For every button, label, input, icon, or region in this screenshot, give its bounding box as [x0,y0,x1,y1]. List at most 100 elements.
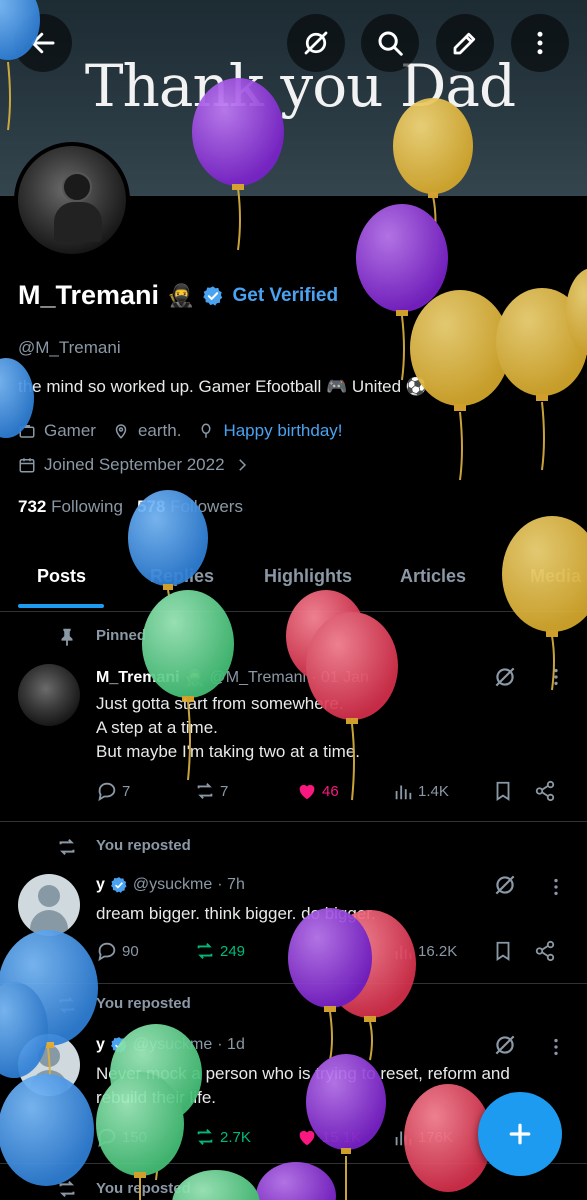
grok-icon[interactable] [492,664,518,690]
repost-button[interactable]: 7 [194,780,228,802]
chevron-right-icon [238,459,246,471]
followers-link[interactable]: 578 Followers [137,497,243,516]
grok-button[interactable] [287,14,345,72]
reply-count: 7 [122,782,131,800]
tab-posts[interactable]: Posts [37,566,86,587]
post-author-name[interactable]: y [96,1036,105,1054]
follow-stats: 732 Following 578 Followers [18,497,243,517]
repost-count: 2.7K [220,1128,251,1146]
like-button[interactable]: 15.1K [296,1126,361,1148]
briefcase-icon [19,425,35,438]
post-time: · 7h [217,876,245,893]
post-time: · 1d [217,1036,245,1053]
view-count: 16.2K [418,942,458,960]
edit-profile-button[interactable] [436,14,494,72]
like-count: 15.1K [322,1128,362,1146]
profile-birthday-link[interactable]: Happy birthday! [223,421,342,441]
ninja-emoji: 🥷 [167,282,195,308]
post-text-line: But maybe I'm taking two at a time. [96,742,361,761]
post-text-line: rebuild their life. [96,1088,217,1107]
repost-icon [59,838,75,856]
post-author-name[interactable]: y [96,876,105,894]
post-reposted[interactable]: You reposted y @ysuckme · 7h dream bigge… [0,822,587,984]
search-button[interactable] [361,14,419,72]
post-context-label: You reposted [96,837,191,854]
joined-date: Joined September 2022 [44,455,225,474]
balloon-yellow [496,288,587,471]
post-header: y @ysuckme · 1d [96,1036,245,1054]
share-icon[interactable] [534,780,556,802]
compose-button[interactable] [478,1092,562,1176]
post-actions: 90 249 16.2K [96,940,566,966]
reply-button[interactable]: 90 [96,940,139,962]
balloon-icon [201,423,211,438]
like-count: 46 [322,782,339,800]
post-avatar[interactable] [18,664,80,726]
verified-badge-icon [110,1037,127,1053]
grok-icon[interactable] [492,872,518,898]
post-text-line: Just gotta start from somewhere. [96,694,344,713]
heart-filled-icon [299,1130,315,1146]
profile-meta: Gamer earth. Happy birthday! [18,421,343,441]
avatar-figure-body [54,202,102,242]
tab-highlights[interactable]: Highlights [264,566,352,587]
profile-avatar[interactable] [14,142,130,258]
more-vertical-icon[interactable] [548,876,564,898]
location-pin-icon [115,424,127,439]
active-tab-indicator [18,604,104,608]
grok-icon[interactable] [492,1032,518,1058]
profile-location: earth. [137,421,182,440]
post-text: Just gotta start from somewhere. A step … [96,692,360,764]
reply-button[interactable]: 150 [96,1126,147,1148]
reply-button[interactable]: 7 [96,780,130,802]
more-vertical-icon[interactable] [548,1036,564,1058]
post-author-name[interactable]: M_Tremani [96,669,180,687]
tab-replies[interactable]: Replies [150,566,214,587]
post-author-handle: @M_Tremani [209,669,307,686]
share-icon[interactable] [534,940,556,962]
post-pinned[interactable]: Pinned M_Tremani 🥷 @M_Tremani · 01 Jan J… [0,612,587,822]
post-author-handle: @ysuckme [132,1036,213,1053]
reply-icon [98,1128,116,1148]
profile-joined[interactable]: Joined September 2022 [18,455,251,475]
repost-icon [59,1180,75,1198]
views-button[interactable]: 176K [392,1126,453,1148]
repost-count: 7 [220,782,229,800]
profile-bio: the mind so worked up. Gamer Efootball 🎮… [18,377,427,396]
bar-chart-icon [395,1131,412,1146]
post-avatar[interactable] [18,874,80,936]
get-verified-link[interactable]: Get Verified [232,285,338,307]
post-avatar[interactable] [18,1034,80,1096]
view-count: 1.4K [418,782,449,800]
following-link[interactable]: 732 Following [18,497,123,516]
calendar-icon [19,458,35,473]
back-button[interactable] [14,14,72,72]
views-button[interactable]: 16.2K [392,940,457,962]
repost-button[interactable]: 2.7K [194,1126,251,1148]
bookmark-icon[interactable] [492,940,514,962]
repost-icon [197,943,213,959]
more-vertical-icon [537,31,543,55]
post-author-handle: @ysuckme [132,876,213,893]
heart-filled-icon [299,784,315,800]
more-vertical-icon[interactable] [548,666,564,688]
like-button[interactable]: 46 [296,780,339,802]
repost-count: 249 [220,942,246,960]
tab-articles[interactable]: Articles [400,566,466,587]
avatar-figure-head [62,172,92,202]
tab-media[interactable]: Media [530,566,581,587]
views-button[interactable]: 1.4K [392,780,449,802]
more-options-button[interactable] [511,14,569,72]
profile-name-row: M_Tremani 🥷 Get Verified [18,280,338,311]
bookmark-icon[interactable] [492,780,514,802]
reply-icon [98,782,116,802]
ninja-emoji: 🥷 [184,670,205,687]
followers-count: 578 [137,497,166,516]
repost-button[interactable]: 249 [194,940,245,962]
back-arrow-icon [31,32,55,54]
reply-count: 90 [122,942,139,960]
profile-category: Gamer [44,421,96,440]
following-label: Following [51,497,123,516]
post-context-label: You reposted [96,995,191,1012]
post-text-line: dream bigger. think bigger. do bigger. [96,904,376,923]
